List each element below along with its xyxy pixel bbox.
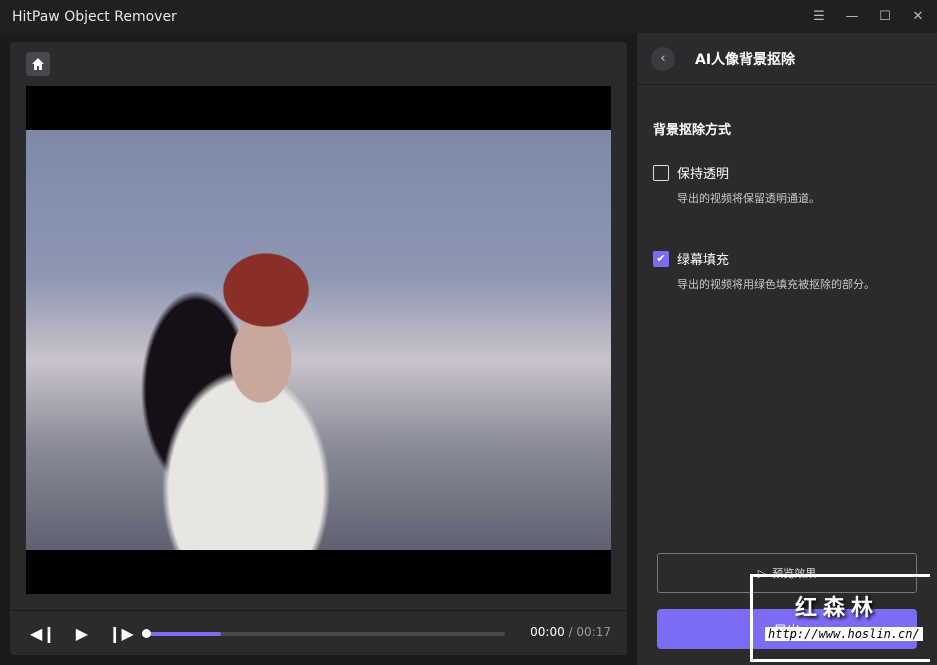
chevron-left-icon: ‹ <box>660 51 666 66</box>
section-title: 背景抠除方式 <box>653 123 732 138</box>
option-label: 绿幕填充 <box>677 253 730 268</box>
panel-title: AI人像背景抠除 <box>695 51 796 68</box>
close-icon[interactable]: ✕ <box>909 9 927 24</box>
home-button[interactable] <box>26 52 50 76</box>
home-icon <box>32 58 44 70</box>
video-panel: ◀❙ ▶ ❙▶ 00:00 / 00:17 <box>10 42 627 655</box>
current-time: 00:00 <box>530 625 565 639</box>
app-title: HitPaw Object Remover <box>12 8 177 25</box>
option-desc: 导出的视频将用绿色填充被抠除的部分。 <box>677 278 875 291</box>
option-keep-transparent[interactable]: 保持透明 <box>653 163 729 182</box>
time-separator: / <box>564 625 577 639</box>
maximize-icon[interactable]: ☐ <box>876 9 894 24</box>
video-preview <box>26 86 611 594</box>
option-label: 保持透明 <box>677 167 730 182</box>
playback-controls: ◀❙ ▶ ❙▶ 00:00 / 00:17 <box>10 610 627 655</box>
settings-panel: ‹ AI人像背景抠除 背景抠除方式 保持透明 导出的视频将保留透明通道。 ✔ 绿幕… <box>637 33 937 665</box>
back-button[interactable]: ‹ <box>651 46 675 71</box>
progress-slider[interactable] <box>142 629 505 638</box>
minimize-icon[interactable]: — <box>843 9 861 24</box>
total-time: 00:17 <box>576 625 611 639</box>
slider-handle[interactable] <box>142 629 151 638</box>
checkbox[interactable] <box>653 164 669 181</box>
video-frame <box>26 130 611 550</box>
time-display: 00:00 / 00:17 <box>530 625 611 639</box>
prev-frame-icon[interactable]: ◀❙ <box>30 624 56 643</box>
option-desc: 导出的视频将保留透明通道。 <box>677 192 820 205</box>
play-icon[interactable]: ▶ <box>76 624 88 643</box>
watermark-url: http://www.hoslin.cn/ <box>765 627 923 641</box>
menu-icon[interactable]: ☰ <box>810 9 828 24</box>
title-bar: HitPaw Object Remover ☰ — ☐ ✕ <box>0 0 937 33</box>
checkbox-checked[interactable]: ✔ <box>653 250 669 267</box>
progress-fill <box>146 632 222 636</box>
next-frame-icon[interactable]: ❙▶ <box>108 624 134 643</box>
option-green-fill[interactable]: ✔ 绿幕填充 <box>653 249 729 268</box>
watermark-text: 红森林 <box>795 596 880 621</box>
